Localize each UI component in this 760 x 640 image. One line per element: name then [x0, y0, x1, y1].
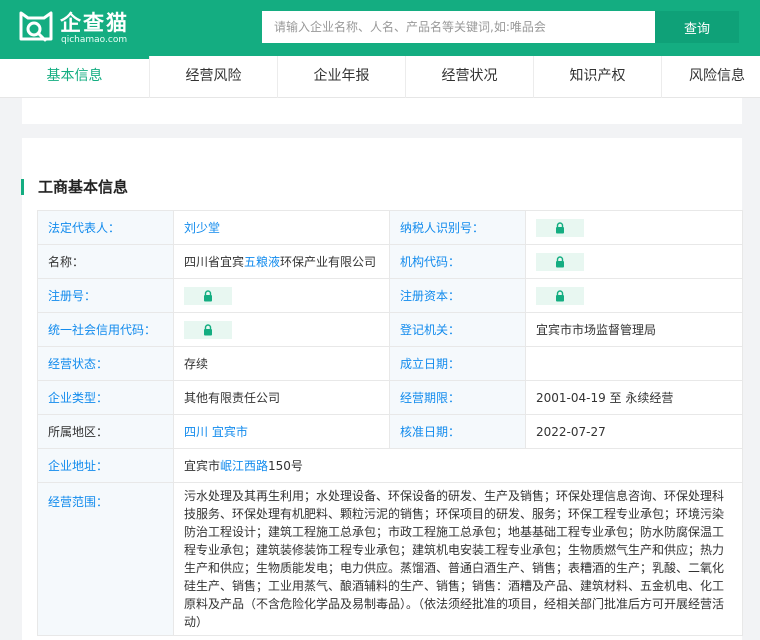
- name-label: 名称：: [37, 244, 174, 279]
- founded-value: [525, 346, 743, 381]
- table-row: 企业类型： 其他有限责任公司 经营期限： 2001-04-19 至 永续经营: [37, 380, 743, 415]
- taxpayer-id-locked[interactable]: [536, 218, 584, 237]
- approval-value: 2022-07-27: [525, 414, 743, 449]
- reg-capital-label: 注册资本：: [389, 278, 526, 313]
- credit-code-label: 统一社会信用代码：: [37, 312, 174, 347]
- top-header: 企查猫 qichamao.com 查询: [0, 0, 760, 56]
- tab-bar: 基本信息 经营风险 企业年报 经营状况 知识产权 风险信息: [0, 56, 760, 98]
- reg-capital-locked[interactable]: [536, 286, 584, 305]
- legal-rep-link[interactable]: 刘少堂: [184, 221, 220, 235]
- legal-rep-label: 法定代表人：: [37, 210, 174, 245]
- legal-rep-value: 刘少堂: [173, 210, 390, 245]
- tab-intellectual-property[interactable]: 知识产权: [534, 56, 662, 98]
- address-suffix: 150号: [268, 459, 303, 473]
- table-row: 统一社会信用代码： 登记机关： 宜宾市市场监督管理局: [37, 312, 743, 347]
- reg-authority-value: 宜宾市市场监督管理局: [525, 312, 743, 347]
- type-label: 企业类型：: [37, 380, 174, 415]
- taxpayer-id-value: [525, 210, 743, 245]
- table-row: 名称： 四川省宜宾五粮液环保产业有限公司 机构代码：: [37, 244, 743, 279]
- reg-authority-label: 登记机关：: [389, 312, 526, 347]
- org-code-label: 机构代码：: [389, 244, 526, 279]
- name-value: 四川省宜宾五粮液环保产业有限公司: [173, 244, 390, 279]
- cat-logo-icon: [19, 11, 53, 42]
- search-button[interactable]: 查询: [655, 11, 739, 43]
- status-value: 存续: [173, 346, 390, 381]
- period-value: 2001-04-19 至 永续经营: [525, 380, 743, 415]
- org-code-locked[interactable]: [536, 252, 584, 271]
- reg-no-locked[interactable]: [184, 286, 232, 305]
- founded-label: 成立日期：: [389, 346, 526, 381]
- address-value: 宜宾市岷江西路150号: [173, 448, 743, 483]
- address-prefix: 宜宾市: [184, 459, 221, 473]
- section-title: 工商基本信息: [38, 178, 129, 196]
- status-label: 经营状态：: [37, 346, 174, 381]
- tab-business-risk[interactable]: 经营风险: [150, 56, 278, 98]
- name-link[interactable]: 五粮液: [244, 255, 280, 269]
- reg-no-label: 注册号：: [37, 278, 174, 313]
- reg-capital-value: [525, 278, 743, 313]
- tab-risk-info[interactable]: 风险信息: [662, 56, 760, 98]
- lock-icon: [204, 323, 212, 335]
- lock-icon: [204, 289, 212, 301]
- previous-card: [22, 98, 742, 124]
- table-row: 企业地址： 宜宾市岷江西路150号: [37, 448, 743, 483]
- lock-icon: [556, 221, 564, 233]
- address-label: 企业地址：: [37, 448, 174, 483]
- reg-no-value: [173, 278, 390, 313]
- table-row: 经营范围： 污水处理及其再生利用；水处理设备、环保设备的研发、生产及销售；环保处…: [37, 482, 743, 636]
- credit-code-value: [173, 312, 390, 347]
- search-input[interactable]: [262, 11, 655, 43]
- credit-code-locked[interactable]: [184, 320, 232, 339]
- address-link[interactable]: 岷江西路: [220, 459, 268, 473]
- site-logo[interactable]: 企查猫 qichamao.com: [18, 9, 148, 49]
- table-row: 注册号： 注册资本：: [37, 278, 743, 313]
- scope-label: 经营范围：: [37, 482, 174, 636]
- org-code-value: [525, 244, 743, 279]
- taxpayer-id-label: 纳税人识别号：: [389, 210, 526, 245]
- table-row: 法定代表人： 刘少堂 纳税人识别号：: [37, 210, 743, 245]
- region-province-link[interactable]: 四川: [184, 425, 208, 439]
- logo-name: 企查猫: [60, 11, 129, 35]
- name-prefix: 四川省宜宾: [184, 255, 245, 269]
- lock-icon: [556, 255, 564, 267]
- type-value: 其他有限责任公司: [173, 380, 390, 415]
- business-info-table: 法定代表人： 刘少堂 纳税人识别号： 名称： 四川省宜宾五粮液环保产业有限公司 …: [37, 210, 743, 636]
- section-accent-bar: [21, 179, 24, 195]
- tab-basic-info[interactable]: 基本信息: [0, 56, 150, 98]
- region-value: 四川 宜宾市: [173, 414, 390, 449]
- name-suffix: 环保产业有限公司: [280, 255, 377, 269]
- scope-value: 污水处理及其再生利用；水处理设备、环保设备的研发、生产及销售；环保处理信息咨询、…: [173, 482, 743, 636]
- lock-icon: [556, 289, 564, 301]
- logo-domain: qichamao.com: [61, 35, 128, 45]
- tab-annual-report[interactable]: 企业年报: [278, 56, 406, 98]
- region-label: 所属地区：: [37, 414, 174, 449]
- table-row: 所属地区： 四川 宜宾市 核准日期： 2022-07-27: [37, 414, 743, 449]
- period-label: 经营期限：: [389, 380, 526, 415]
- region-city-link[interactable]: 宜宾市: [212, 425, 248, 439]
- table-row: 经营状态： 存续 成立日期：: [37, 346, 743, 381]
- approval-label: 核准日期：: [389, 414, 526, 449]
- tab-operating-status[interactable]: 经营状况: [406, 56, 534, 98]
